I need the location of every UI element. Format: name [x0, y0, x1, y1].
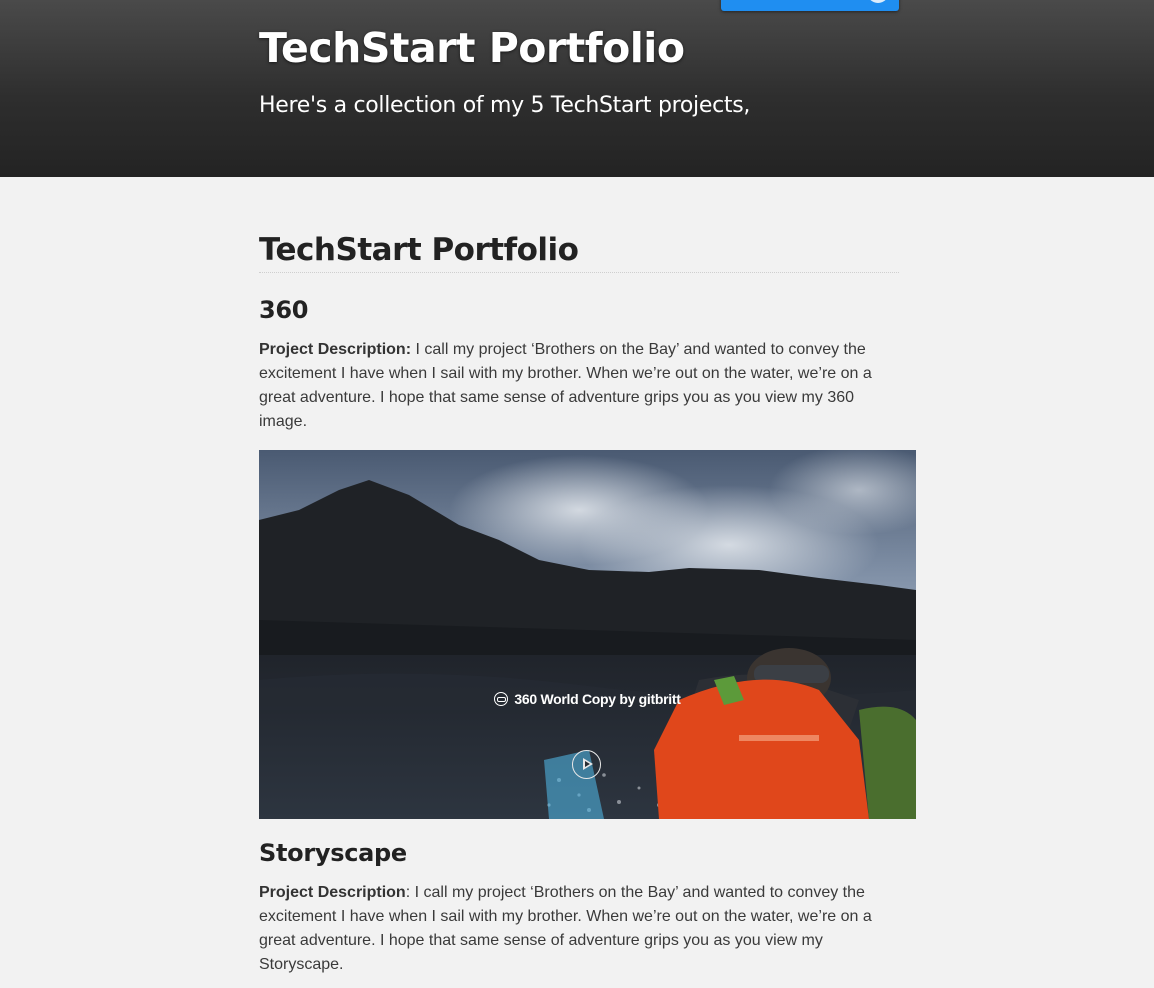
project-description-storyscape: Project Description: I call my project ‘… [259, 881, 889, 977]
vr-headset-icon [494, 692, 509, 706]
site-title: TechStart Portfolio [259, 24, 685, 72]
project-title-360: 360 [259, 296, 309, 324]
project-description-360: Project Description: I call my project ‘… [259, 338, 889, 434]
project-title-storyscape: Storyscape [259, 839, 407, 867]
view-on-github-button[interactable] [721, 0, 899, 11]
description-label: Project Description [259, 884, 406, 901]
description-label: Project Description: [259, 341, 412, 358]
page-heading: TechStart Portfolio [259, 232, 899, 273]
main-content: TechStart Portfolio 360 Project Descript… [259, 177, 916, 977]
toggle-knob-icon [867, 0, 889, 3]
media-caption: 360 World Copy by gitbritt [259, 691, 916, 707]
site-header: TechStart Portfolio Here's a collection … [0, 0, 1154, 177]
play-button[interactable] [572, 750, 601, 779]
site-tagline: Here's a collection of my 5 TechStart pr… [259, 93, 751, 118]
360-viewer-embed[interactable]: 360 World Copy by gitbritt [259, 450, 916, 819]
media-caption-text: 360 World Copy by gitbritt [514, 691, 681, 707]
